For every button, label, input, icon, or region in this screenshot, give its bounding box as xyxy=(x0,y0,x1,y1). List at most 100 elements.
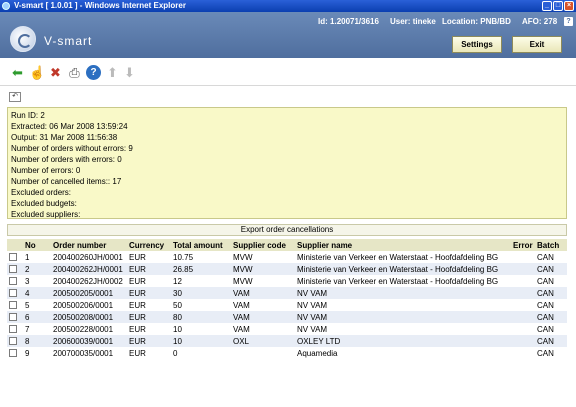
batch-cell: CAN xyxy=(535,335,567,347)
supplier-name-cell: Ministerie van Verkeer en Waterstaat - H… xyxy=(295,263,511,275)
order-table: No Order number Currency Total amount Su… xyxy=(7,239,567,359)
currency-cell: EUR xyxy=(127,323,171,335)
order-number-cell: 200400262JH/0001 xyxy=(51,263,127,275)
select-column-header xyxy=(7,239,23,251)
no-column-header: No xyxy=(23,239,51,251)
session-afo: AFO: 278 xyxy=(522,17,558,26)
session-location: Location: PNB/BD xyxy=(442,17,511,26)
up-arrow-icon[interactable]: ⬆ xyxy=(105,65,120,80)
row-select-cell xyxy=(7,323,23,335)
batch-cell: CAN xyxy=(535,251,567,263)
supplier-code-cell: VAM xyxy=(231,287,295,299)
batch-cell: CAN xyxy=(535,275,567,287)
output-date: Output: 31 Mar 2008 11:56:38 xyxy=(11,133,118,142)
row-checkbox[interactable] xyxy=(9,253,17,262)
total-amount-cell: 12 xyxy=(171,275,231,287)
row-select-cell xyxy=(7,251,23,263)
currency-cell: EUR xyxy=(127,251,171,263)
row-number-cell: 7 xyxy=(23,323,51,335)
currency-cell: EUR xyxy=(127,287,171,299)
supplier-code-cell: MVW xyxy=(231,275,295,287)
browser-icon xyxy=(2,2,10,10)
supplier-code-cell: VAM xyxy=(231,311,295,323)
batch-cell: CAN xyxy=(535,287,567,299)
order-number-cell: 200400262JH/0002 xyxy=(51,275,127,287)
session-id: Id: 1.20071/3616 xyxy=(318,17,379,26)
row-select-cell xyxy=(7,347,23,359)
order-number-cell: 200600039/0001 xyxy=(51,335,127,347)
minimize-icon[interactable]: _ xyxy=(542,1,552,11)
table-row[interactable]: 2 200400262JH/0001 EUR 26.85 MVW Ministerie v… xyxy=(7,263,567,275)
excluded-suppliers: Excluded suppliers: xyxy=(11,210,81,219)
error-cell xyxy=(511,299,535,311)
hand-icon[interactable]: ☝ xyxy=(29,65,45,80)
error-cell xyxy=(511,287,535,299)
total-amount-cell: 80 xyxy=(171,311,231,323)
close-icon[interactable]: × xyxy=(564,1,574,11)
table-row[interactable]: 6 200500208/0001 EUR 80 VAM NV VAM CAN xyxy=(7,311,567,323)
order-number-cell: 200500205/0001 xyxy=(51,287,127,299)
batch-cell: CAN xyxy=(535,299,567,311)
row-checkbox[interactable] xyxy=(9,277,17,286)
row-checkbox[interactable] xyxy=(9,337,17,346)
supplier-name-cell: Ministerie van Verkeer en Waterstaat - H… xyxy=(295,251,511,263)
down-arrow-icon[interactable]: ⬇ xyxy=(122,65,137,80)
total-amount-cell: 26.85 xyxy=(171,263,231,275)
excluded-budgets: Excluded budgets: xyxy=(11,199,77,208)
export-order-cancellations-button[interactable]: Export order cancellations xyxy=(7,224,567,236)
undo-icon[interactable]: ↶ xyxy=(9,92,21,102)
supplier-code-cell: OXL xyxy=(231,335,295,347)
supplier-code-cell: MVW xyxy=(231,263,295,275)
number-of-errors: Number of errors: 0 xyxy=(11,166,81,175)
table-row[interactable]: 5 200500206/0001 EUR 50 VAM NV VAM CAN xyxy=(7,299,567,311)
run-id: Run ID: 2 xyxy=(11,111,45,120)
batch-cell: CAN xyxy=(535,323,567,335)
supplier-code-cell xyxy=(231,347,295,359)
supplier-name-cell: NV VAM xyxy=(295,299,511,311)
settings-button[interactable]: Settings xyxy=(452,36,502,53)
table-row[interactable]: 7 200500228/0001 EUR 10 VAM NV VAM CAN xyxy=(7,323,567,335)
error-cell xyxy=(511,323,535,335)
row-checkbox[interactable] xyxy=(9,289,17,298)
help-link[interactable]: ? xyxy=(564,17,573,26)
help-icon[interactable]: ? xyxy=(86,65,101,80)
order-number-column-header: Order number xyxy=(51,239,127,251)
total-amount-cell: 10.75 xyxy=(171,251,231,263)
row-select-cell xyxy=(7,275,23,287)
app-header: V-smart Id: 1.20071/3616 User: tineke Lo… xyxy=(0,12,576,58)
run-info-panel: Run ID: 2 Extracted: 06 Mar 2008 13:59:2… xyxy=(7,107,567,219)
currency-cell: EUR xyxy=(127,335,171,347)
error-cell xyxy=(511,311,535,323)
row-checkbox[interactable] xyxy=(9,313,17,322)
supplier-name-cell: NV VAM xyxy=(295,287,511,299)
table-row[interactable]: 1 200400260JH/0001 EUR 10.75 MVW Ministerie v… xyxy=(7,251,567,263)
supplier-code-cell: VAM xyxy=(231,299,295,311)
error-cell xyxy=(511,347,535,359)
currency-cell: EUR xyxy=(127,275,171,287)
table-row[interactable]: 9 200700035/0001 EUR 0 Aquamedia CAN xyxy=(7,347,567,359)
total-amount-cell: 0 xyxy=(171,347,231,359)
row-checkbox[interactable] xyxy=(9,301,17,310)
table-row[interactable]: 8 200600039/0001 EUR 10 OXL OXLEY LTD CAN xyxy=(7,335,567,347)
orders-without-errors: Number of orders without errors: 9 xyxy=(11,144,133,153)
maximize-icon[interactable]: □ xyxy=(553,1,563,11)
print-icon[interactable]: ⎙ xyxy=(67,65,82,80)
supplier-name-cell: NV VAM xyxy=(295,311,511,323)
currency-cell: EUR xyxy=(127,299,171,311)
currency-cell: EUR xyxy=(127,263,171,275)
extracted-date: Extracted: 06 Mar 2008 13:59:24 xyxy=(11,122,128,131)
row-checkbox[interactable] xyxy=(9,349,17,358)
exit-button[interactable]: Exit xyxy=(512,36,562,53)
back-arrow-icon[interactable]: ⬅ xyxy=(10,65,25,80)
row-select-cell xyxy=(7,299,23,311)
row-number-cell: 6 xyxy=(23,311,51,323)
table-row[interactable]: 4 200500205/0001 EUR 30 VAM NV VAM CAN xyxy=(7,287,567,299)
toolbar: ⬅ ☝ ✖ ⎙ ? ⬆ ⬇ xyxy=(0,58,576,86)
row-checkbox[interactable] xyxy=(9,265,17,274)
supplier-name-cell: Aquamedia xyxy=(295,347,511,359)
batch-column-header: Batch xyxy=(535,239,567,251)
row-checkbox[interactable] xyxy=(9,325,17,334)
delete-icon[interactable]: ✖ xyxy=(48,65,63,80)
order-number-cell: 200500206/0001 xyxy=(51,299,127,311)
table-row[interactable]: 3 200400262JH/0002 EUR 12 MVW Ministerie van … xyxy=(7,275,567,287)
